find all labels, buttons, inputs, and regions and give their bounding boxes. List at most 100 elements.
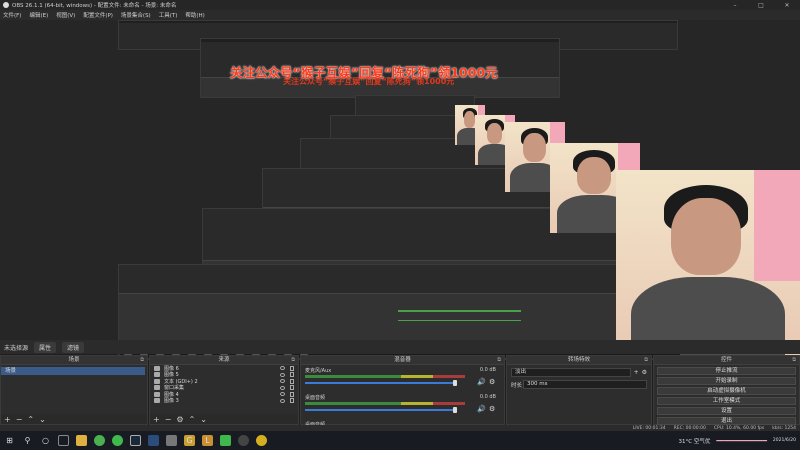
- weather-label[interactable]: 31°C 空气优: [679, 437, 711, 445]
- lock-icon[interactable]: [290, 391, 294, 397]
- visibility-icon[interactable]: [280, 379, 285, 384]
- lock-icon[interactable]: [290, 378, 294, 384]
- visibility-icon[interactable]: [280, 385, 285, 390]
- move-down-icon[interactable]: ⌄: [39, 415, 46, 424]
- controls-dock: 控件 ⧉ 停止推流 开始录制 启动虚拟摄像机 工作室模式 设置 退出: [653, 355, 800, 425]
- gear-icon[interactable]: ⚙: [642, 369, 647, 376]
- channel-name: 桌面音频: [305, 395, 326, 401]
- properties-button[interactable]: 属性: [34, 341, 57, 353]
- virtual-camera-button[interactable]: 启动虚拟摄像机: [657, 387, 796, 395]
- transition-add-icon[interactable]: +: [634, 369, 639, 376]
- menu-file[interactable]: 文件(F): [3, 11, 21, 19]
- gear-icon[interactable]: ⚙: [489, 406, 496, 413]
- source-toolbar: 未选择源 属性 滤镜: [0, 340, 800, 354]
- speaker-icon[interactable]: 🔊: [477, 379, 486, 386]
- scene-item[interactable]: 场景: [1, 367, 145, 375]
- duration-input[interactable]: 300 ms: [523, 380, 647, 389]
- wechat-icon[interactable]: [112, 435, 123, 446]
- move-up-icon[interactable]: ⌃: [27, 415, 34, 424]
- shield-icon[interactable]: [220, 435, 231, 446]
- l-icon[interactable]: L: [202, 435, 213, 446]
- menu-edit[interactable]: 编辑(E): [29, 11, 48, 19]
- menu-tools[interactable]: 工具(T): [159, 11, 178, 19]
- live-status: LIVE: 00:01:34: [632, 425, 666, 431]
- source-item[interactable]: 图像 3: [150, 398, 298, 404]
- gear-icon[interactable]: ⚙: [489, 379, 496, 386]
- title-bar: OBS 26.1.1 (64-bit, windows) - 配置文件: 未命名…: [0, 0, 800, 10]
- cortana-icon[interactable]: ○: [40, 435, 51, 446]
- monitor-icon[interactable]: [148, 435, 159, 446]
- close-icon[interactable]: ✕: [774, 0, 800, 10]
- game-icon[interactable]: [166, 435, 177, 446]
- move-down-icon[interactable]: ⌄: [200, 415, 207, 424]
- minimize-icon[interactable]: –: [722, 0, 748, 10]
- taskview-icon[interactable]: [58, 435, 69, 446]
- undock-icon[interactable]: ⧉: [291, 356, 295, 365]
- undock-icon[interactable]: ⧉: [497, 356, 501, 365]
- menu-view[interactable]: 视图(V): [56, 11, 75, 19]
- lock-icon[interactable]: [290, 385, 294, 391]
- settings-button[interactable]: 设置: [657, 407, 796, 415]
- mixer-channel: 麦克风/Aux 0.0 dB 🔊 ⚙: [301, 365, 504, 392]
- studio-mode-button[interactable]: 工作室模式: [657, 397, 796, 405]
- channel-name: 麦克风/Aux: [305, 368, 332, 374]
- chrome-icon[interactable]: [94, 435, 105, 446]
- volume-slider[interactable]: [305, 380, 457, 386]
- start-recording-button[interactable]: 开始录制: [657, 377, 796, 385]
- lock-icon[interactable]: [290, 372, 294, 378]
- mixer-channel: 桌面音频 0.0 dB 🔊 ⚙: [301, 392, 504, 419]
- undock-icon[interactable]: ⧉: [644, 356, 648, 365]
- source-settings-icon[interactable]: ⚙: [176, 415, 183, 424]
- maximize-icon[interactable]: □: [748, 0, 774, 10]
- explorer-icon[interactable]: [76, 435, 87, 446]
- clock[interactable]: 2021/6/20: [773, 438, 796, 444]
- window-title: OBS 26.1.1 (64-bit, windows) - 配置文件: 未命名…: [12, 3, 177, 9]
- image-icon: [154, 372, 160, 378]
- bitrate-status: kb/s: 1254: [772, 425, 796, 431]
- remove-scene-icon[interactable]: −: [16, 415, 23, 424]
- windows-icon[interactable]: ⊞: [4, 435, 15, 446]
- visibility-icon[interactable]: [280, 392, 285, 397]
- obs-icon[interactable]: [238, 435, 249, 446]
- visibility-icon[interactable]: [280, 398, 285, 403]
- controls-title: 控件: [720, 357, 732, 363]
- image-icon: [154, 365, 160, 371]
- add-scene-icon[interactable]: +: [4, 415, 11, 424]
- visibility-icon[interactable]: [280, 366, 285, 371]
- lock-icon[interactable]: [290, 365, 294, 371]
- visibility-icon[interactable]: [280, 372, 285, 377]
- channel-db: 0.0 dB: [479, 394, 496, 400]
- filters-button[interactable]: 滤镜: [62, 341, 85, 353]
- level-meter: [305, 375, 465, 378]
- watermark-text: ━━━━━━━━━━━━: [716, 436, 767, 445]
- exit-button[interactable]: 退出: [657, 417, 796, 425]
- promo-banner-echo: 关注公众号“猴子互娱”回复“陈死狗”领1000元: [283, 77, 455, 86]
- gg-icon[interactable]: G: [184, 435, 195, 446]
- undock-icon[interactable]: ⧉: [140, 356, 144, 365]
- steam-icon[interactable]: [130, 435, 141, 446]
- menu-profile[interactable]: 配置文件(P): [83, 11, 113, 19]
- level-meter: [305, 402, 465, 405]
- remove-source-icon[interactable]: −: [165, 415, 172, 424]
- move-up-icon[interactable]: ⌃: [189, 415, 196, 424]
- transitions-dock: 转场特效 ⧉ 淡出 + ⚙ 时长 300 ms: [506, 355, 652, 425]
- transitions-title: 转场特效: [567, 357, 590, 363]
- system-tray: 31°C 空气优 ━━━━━━━━━━━━ 2021/6/20: [679, 431, 797, 450]
- transition-select[interactable]: 淡出: [511, 368, 631, 377]
- rec-status: REC: 00:00:00: [673, 425, 706, 431]
- obs-logo-icon: [3, 2, 9, 8]
- image-icon: [154, 398, 160, 404]
- scenes-dock: 场景 ⧉ 场景 + − ⌃ ⌄: [0, 355, 148, 425]
- add-source-icon[interactable]: +: [153, 415, 160, 424]
- search-icon[interactable]: ⚲: [22, 435, 33, 446]
- menu-scene-collection[interactable]: 场景集合(S): [121, 11, 151, 19]
- volume-slider[interactable]: [305, 407, 457, 413]
- yellow-icon[interactable]: [256, 435, 267, 446]
- window-icon: [154, 385, 160, 391]
- stop-streaming-button[interactable]: 停止推流: [657, 367, 796, 375]
- lock-icon[interactable]: [290, 398, 294, 404]
- menu-help[interactable]: 帮助(H): [185, 11, 204, 19]
- speaker-icon[interactable]: 🔊: [477, 406, 486, 413]
- undock-icon[interactable]: ⧉: [792, 356, 796, 365]
- preview-canvas[interactable]: 关注公众号“猴子互娱”回复“陈死狗”领1000元 关注公众号“猴子互娱”回复“陈…: [0, 20, 800, 360]
